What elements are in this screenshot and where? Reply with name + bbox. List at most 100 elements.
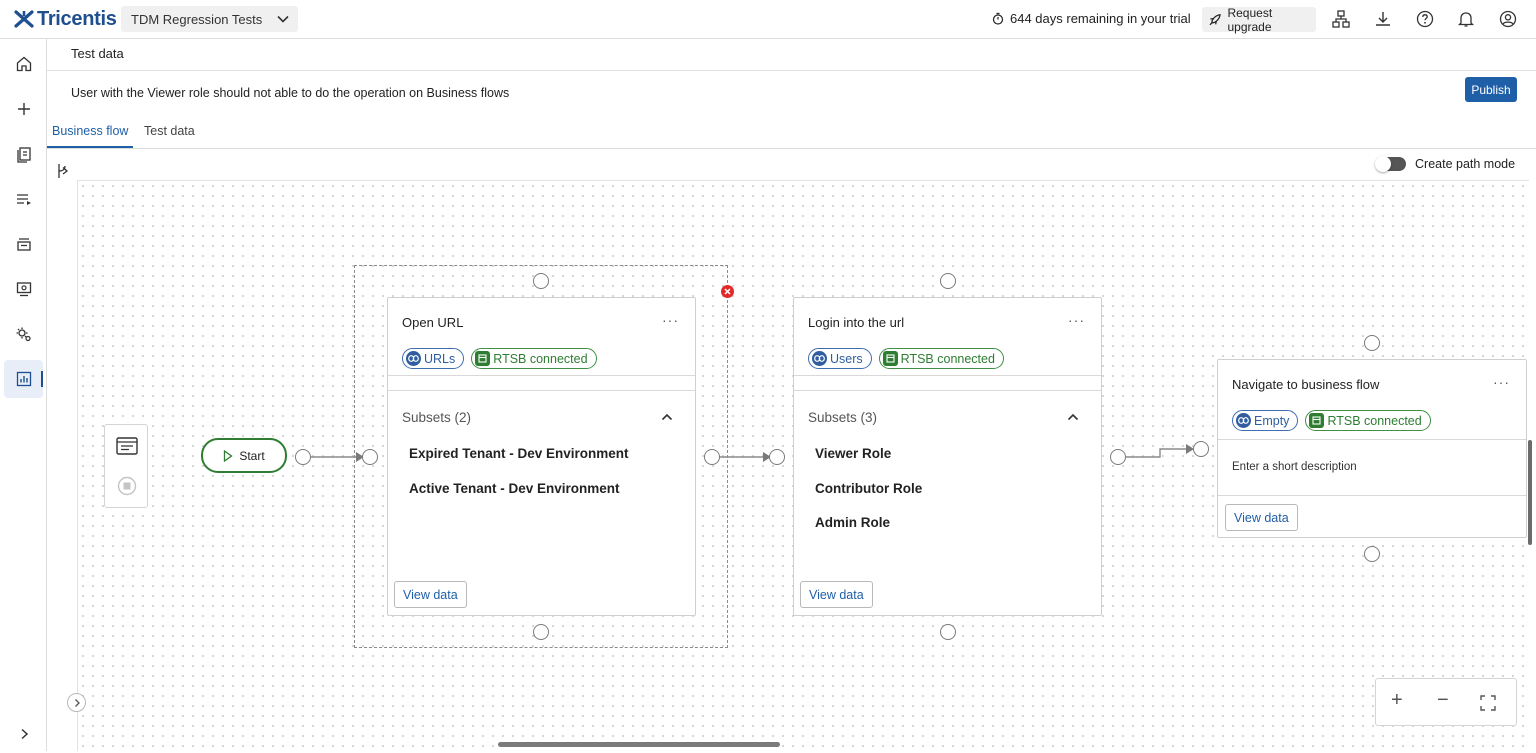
connection-handle[interactable] (362, 449, 378, 465)
database-box-icon (16, 238, 31, 251)
database-icon (1309, 413, 1325, 428)
plus-icon (17, 103, 30, 115)
fit-view-icon[interactable] (1480, 695, 1496, 711)
bell-icon[interactable] (1456, 9, 1476, 29)
connection-handle[interactable] (1193, 441, 1209, 457)
zoom-in-button[interactable]: + (1391, 689, 1403, 712)
view-data-button[interactable]: View data (1225, 504, 1298, 531)
top-bar: Tricentis TDM Regression Tests 644 days … (0, 0, 1536, 39)
subset-item[interactable]: Expired Tenant - Dev Environment (409, 446, 629, 461)
nav-data-store[interactable] (4, 225, 43, 263)
connection-handle[interactable] (940, 624, 956, 640)
connection-handle[interactable] (1110, 449, 1126, 465)
subset-item[interactable]: Viewer Role (815, 446, 891, 461)
node-description[interactable]: Enter a short description (1232, 461, 1357, 473)
node-title: Login into the url (808, 315, 905, 330)
clipboard-icon (16, 147, 31, 163)
flow-node-navigate[interactable]: Navigate to business flow ··· Empty RTSB… (1217, 359, 1527, 538)
create-path-mode-toggle[interactable] (1375, 156, 1406, 172)
end-node-icon[interactable] (117, 476, 137, 496)
monitor-icon (16, 282, 31, 297)
chip-label: Users (830, 351, 863, 366)
vertical-scrollbar[interactable] (1528, 440, 1532, 545)
error-icon[interactable] (721, 285, 734, 298)
node-menu-button[interactable]: ··· (1493, 374, 1510, 390)
subset-item[interactable]: Active Tenant - Dev Environment (409, 481, 620, 496)
chevron-up-icon[interactable] (1067, 413, 1079, 421)
nav-documents[interactable] (4, 135, 43, 173)
page-description: User with the Viewer role should not abl… (71, 86, 510, 100)
connection-handle[interactable] (704, 449, 720, 465)
sitemap-icon[interactable] (1331, 9, 1351, 29)
zoom-out-button[interactable]: − (1437, 689, 1449, 712)
connection-handle[interactable] (940, 273, 956, 289)
node-title: Navigate to business flow (1232, 377, 1380, 392)
horizontal-scrollbar[interactable] (498, 742, 780, 747)
link-icon (406, 351, 421, 366)
nav-active-indicator (41, 371, 43, 387)
divider (1218, 495, 1526, 496)
download-icon[interactable] (1373, 9, 1393, 29)
flow-node-open-url[interactable]: Open URL ··· URLs RTSB connected Subsets… (387, 297, 696, 616)
nav-reports[interactable] (4, 360, 43, 398)
connection-status-chip[interactable]: RTSB connected (878, 348, 1004, 369)
connection-handle[interactable] (533, 273, 549, 289)
divider (794, 375, 1101, 376)
tricentis-logo-icon (14, 10, 34, 28)
chevron-right-icon (74, 698, 80, 707)
nav-create[interactable] (4, 90, 43, 128)
chevron-up-icon[interactable] (661, 413, 673, 421)
tab-business-flow[interactable]: Business flow (52, 124, 128, 138)
branch-icon[interactable] (55, 162, 71, 180)
nav-agents[interactable] (4, 270, 43, 308)
chip-label: RTSB connected (1327, 413, 1422, 428)
create-path-mode-label: Create path mode (1415, 157, 1516, 171)
nav-run-list[interactable] (4, 180, 43, 218)
project-select[interactable]: TDM Regression Tests (121, 6, 298, 32)
connection-handle[interactable] (1364, 546, 1380, 562)
step-node-icon[interactable] (116, 437, 138, 455)
help-icon[interactable] (1415, 9, 1435, 29)
breadcrumb[interactable]: Test data (71, 46, 124, 61)
flow-node-login[interactable]: Login into the url ··· Users RTSB connec… (793, 297, 1102, 616)
divider (1218, 439, 1526, 440)
view-data-button[interactable]: View data (800, 581, 873, 608)
tricentis-logo[interactable]: Tricentis (14, 8, 117, 30)
chevron-down-icon (277, 15, 289, 23)
node-menu-button[interactable]: ··· (662, 312, 679, 328)
close-icon (724, 288, 731, 295)
nav-expand[interactable] (4, 715, 43, 753)
view-data-button[interactable]: View data (394, 581, 467, 608)
play-icon (224, 449, 233, 462)
subsets-header[interactable]: Subsets (2) (402, 410, 471, 425)
connection-handle[interactable] (295, 449, 311, 465)
zoom-controls: + − (1375, 678, 1517, 726)
trial-text: 644 days remaining in your trial (1010, 11, 1191, 26)
nav-settings[interactable] (4, 315, 43, 353)
subset-item[interactable]: Contributor Role (815, 481, 922, 496)
connection-handle[interactable] (1364, 335, 1380, 351)
divider (47, 70, 1536, 71)
data-source-chip[interactable]: Users (808, 348, 872, 369)
data-source-chip[interactable]: URLs (402, 348, 465, 369)
request-upgrade-button[interactable]: Request upgrade (1202, 5, 1316, 34)
node-menu-button[interactable]: ··· (1068, 312, 1085, 328)
link-icon (1236, 413, 1251, 428)
connection-handle[interactable] (533, 624, 549, 640)
nav-home[interactable] (4, 45, 43, 83)
divider (794, 390, 1101, 391)
user-avatar-icon[interactable] (1498, 9, 1518, 29)
chip-label: URLs (424, 351, 456, 366)
connection-status-chip[interactable]: RTSB connected (1305, 410, 1431, 431)
subset-item[interactable]: Admin Role (815, 515, 890, 530)
database-icon (475, 351, 491, 366)
expand-panel-button[interactable] (67, 693, 86, 712)
publish-button[interactable]: Publish (1465, 77, 1517, 102)
request-upgrade-label: Request upgrade (1227, 5, 1273, 34)
connection-status-chip[interactable]: RTSB connected (471, 348, 597, 369)
subsets-header[interactable]: Subsets (3) (808, 410, 877, 425)
tab-test-data[interactable]: Test data (144, 124, 195, 138)
connection-handle[interactable] (769, 449, 785, 465)
data-source-chip[interactable]: Empty (1232, 410, 1299, 431)
start-node[interactable]: Start (201, 438, 287, 473)
